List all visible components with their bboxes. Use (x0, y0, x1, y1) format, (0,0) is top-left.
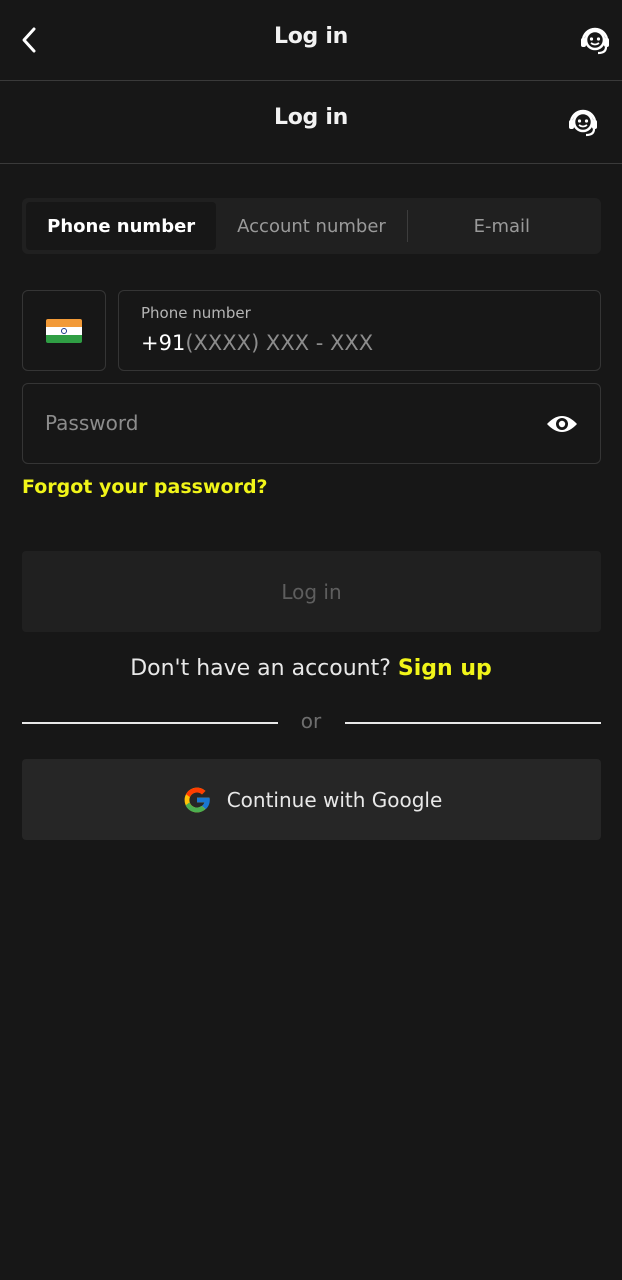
headset-support-icon (569, 109, 597, 137)
support-button[interactable] (575, 20, 615, 60)
divider-right (345, 722, 601, 724)
top-app-bar: Log in (0, 0, 622, 81)
login-button[interactable]: Log in (22, 551, 601, 632)
phone-number-field[interactable]: Phone number +91(XXXX) XXX - XXX (118, 290, 601, 371)
headset-support-icon (581, 27, 609, 55)
phone-field-label: Phone number (141, 304, 251, 322)
password-placeholder: Password (45, 411, 139, 435)
continue-with-google-button[interactable]: Continue with Google (22, 759, 601, 840)
phone-placeholder: (XXXX) XXX - XXX (185, 331, 374, 355)
page-title: Log in (274, 24, 348, 49)
forgot-password-link[interactable]: Forgot your password? (22, 476, 268, 498)
login-method-tabs: Phone number Account number E-mail (22, 198, 601, 254)
sheet-title: Log in (274, 105, 348, 130)
signup-link[interactable]: Sign up (398, 656, 492, 681)
google-icon (184, 787, 210, 812)
tab-phone-number[interactable]: Phone number (26, 202, 217, 250)
phone-field-value: +91(XXXX) XXX - XXX (141, 331, 373, 355)
support-button-secondary[interactable] (563, 102, 603, 142)
phone-prefix: +91 (141, 331, 186, 355)
india-flag-icon (46, 318, 82, 343)
eye-icon (547, 416, 577, 432)
login-sheet-header: Log in (0, 81, 622, 164)
signup-question: Don't have an account? (130, 656, 391, 681)
signup-prompt: Don't have an account? Sign up (0, 656, 622, 681)
google-button-label: Continue with Google (226, 787, 443, 812)
tab-email[interactable]: E-mail (406, 202, 597, 250)
show-password-toggle[interactable] (544, 408, 580, 440)
password-field[interactable]: Password (22, 383, 601, 464)
country-code-selector[interactable] (22, 290, 106, 371)
tab-account-number[interactable]: Account number (216, 202, 406, 250)
divider-or-text: or (300, 709, 322, 733)
